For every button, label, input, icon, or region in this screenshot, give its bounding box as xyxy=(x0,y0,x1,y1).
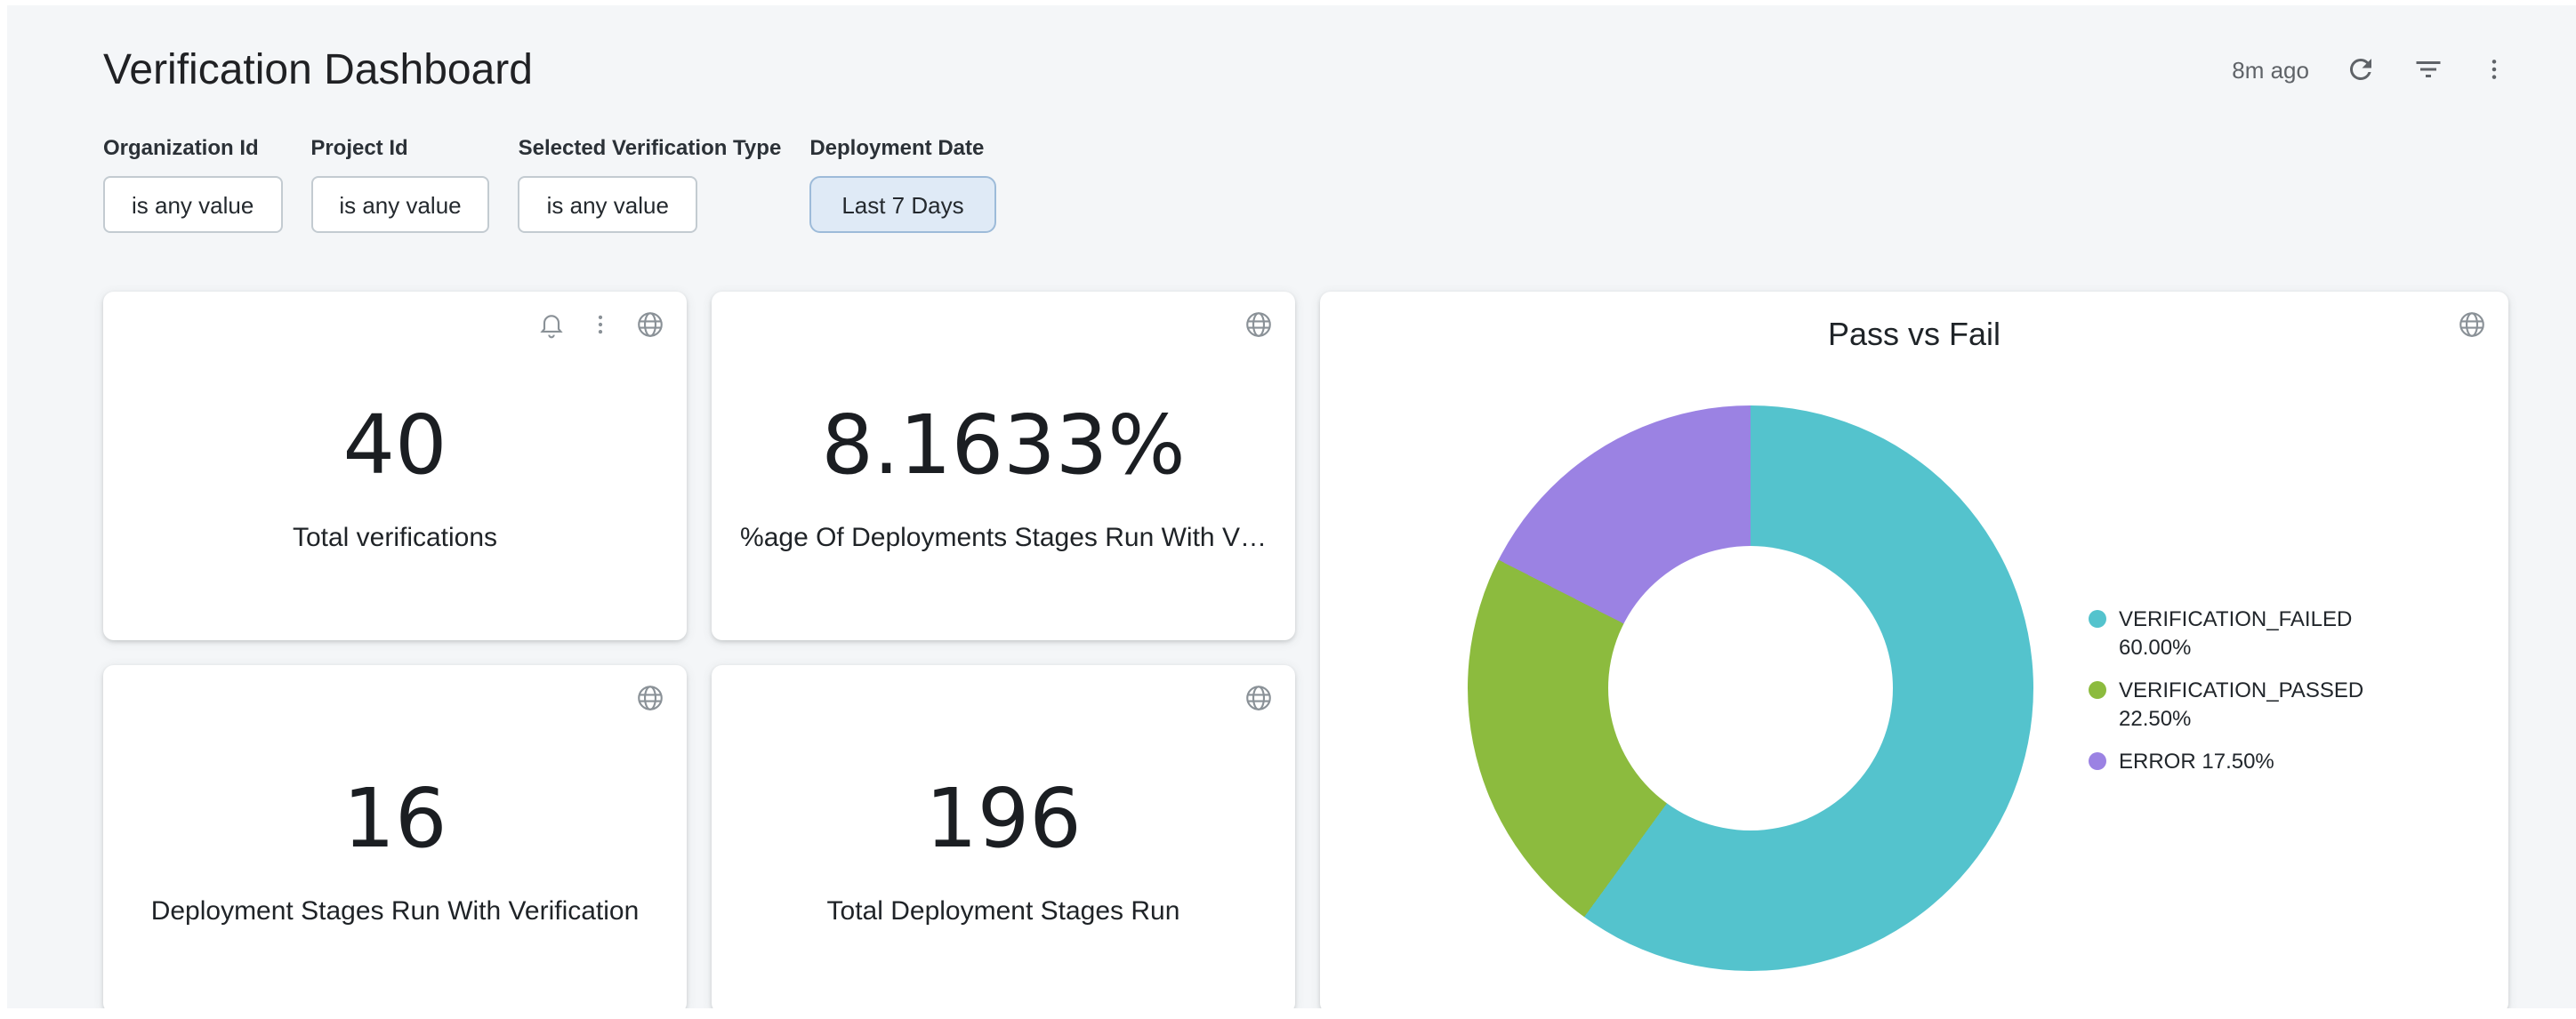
legend-series-pct: 17.50% xyxy=(2202,749,2274,774)
filter-value-organization-id[interactable]: is any value xyxy=(103,176,282,233)
explore-button[interactable] xyxy=(1244,683,1274,713)
legend-dot xyxy=(2089,752,2106,770)
last-refresh-timestamp: 8m ago xyxy=(2232,56,2309,83)
stat-value: 40 xyxy=(342,400,447,490)
filter-deployment-date: Deployment Date Last 7 Days xyxy=(809,135,995,233)
filter-bar: Organization Id is any value Project Id … xyxy=(103,135,996,233)
filter-project-id: Project Id is any value xyxy=(310,135,489,233)
tile-actions xyxy=(1244,309,1274,340)
legend-label: VERIFICATION_FAILED 60.00% xyxy=(2119,605,2405,662)
explore-button[interactable] xyxy=(635,309,665,340)
refresh-icon xyxy=(2345,53,2377,85)
filter-label-deployment-date: Deployment Date xyxy=(809,135,995,160)
tile-actions xyxy=(537,309,665,340)
filter-value-project-id[interactable]: is any value xyxy=(310,176,489,233)
filter-icon xyxy=(2412,53,2444,85)
page-title: Verification Dashboard xyxy=(103,46,533,96)
tile-actions xyxy=(635,683,665,713)
tile-menu-button[interactable] xyxy=(587,311,614,338)
globe-icon xyxy=(635,683,665,713)
legend-series-name: VERIFICATION_FAILED xyxy=(2119,606,2352,631)
legend-item-verification-passed[interactable]: VERIFICATION_PASSED 22.50% xyxy=(2089,676,2405,733)
chart-title: Pass vs Fail xyxy=(1320,317,2508,354)
legend-dot xyxy=(2089,610,2106,628)
donut-hole xyxy=(1608,546,1893,830)
explore-button[interactable] xyxy=(2457,309,2487,340)
filter-verification-type: Selected Verification Type is any value xyxy=(519,135,782,233)
filter-toggle-button[interactable] xyxy=(2412,53,2444,85)
legend-label: VERIFICATION_PASSED 22.50% xyxy=(2119,676,2405,733)
alert-button[interactable] xyxy=(537,310,566,339)
stat-label: Total Deployment Stages Run xyxy=(827,896,1180,927)
legend-item-verification-failed[interactable]: VERIFICATION_FAILED 60.00% xyxy=(2089,605,2405,662)
tile-actions xyxy=(1244,683,1274,713)
tile-pass-vs-fail: Pass vs Fail VERIFICATION_FAILED 60.00% … xyxy=(1320,292,2508,1014)
kebab-menu-icon xyxy=(2480,55,2508,84)
filter-organization-id: Organization Id is any value xyxy=(103,135,282,233)
globe-icon xyxy=(1244,683,1274,713)
explore-button[interactable] xyxy=(635,683,665,713)
legend-series-name: VERIFICATION_PASSED xyxy=(2119,678,2363,702)
page-frame-edge-left xyxy=(0,0,7,1019)
refresh-button[interactable] xyxy=(2345,53,2377,85)
bell-icon xyxy=(537,310,566,339)
globe-icon xyxy=(1244,309,1274,340)
filter-label-verification-type: Selected Verification Type xyxy=(519,135,782,160)
filter-label-project-id: Project Id xyxy=(310,135,489,160)
page-frame-edge-top xyxy=(0,0,2576,5)
stat-value: 196 xyxy=(925,774,1082,863)
tile-actions xyxy=(2457,309,2487,340)
stat-label: Total verifications xyxy=(293,523,497,553)
stat-label: %age Of Deployments Stages Run With V… xyxy=(740,523,1267,553)
legend-series-name: ERROR xyxy=(2119,749,2196,774)
filter-value-deployment-date[interactable]: Last 7 Days xyxy=(809,176,995,233)
filter-label-organization-id: Organization Id xyxy=(103,135,282,160)
legend-series-pct: 60.00% xyxy=(2119,635,2191,660)
tile-stages-with-verification: 16 Deployment Stages Run With Verificati… xyxy=(103,665,687,1014)
header-actions: 8m ago xyxy=(2232,53,2508,85)
dashboard-viewport: Verification Dashboard 8m ago Organizati… xyxy=(0,0,2576,1019)
globe-icon xyxy=(635,309,665,340)
chart-legend: VERIFICATION_FAILED 60.00% VERIFICATION_… xyxy=(2089,605,2405,775)
stat-value: 8.1633% xyxy=(821,400,1185,490)
page-frame-edge-bottom xyxy=(0,1008,2576,1019)
legend-dot xyxy=(2089,681,2106,699)
legend-label: ERROR 17.50% xyxy=(2119,747,2274,775)
filter-value-verification-type[interactable]: is any value xyxy=(519,176,697,233)
explore-button[interactable] xyxy=(1244,309,1274,340)
legend-item-error[interactable]: ERROR 17.50% xyxy=(2089,747,2405,775)
tile-total-stages: 196 Total Deployment Stages Run xyxy=(712,665,1295,1014)
dashboard-menu-button[interactable] xyxy=(2480,55,2508,84)
legend-series-pct: 22.50% xyxy=(2119,706,2191,731)
donut-chart[interactable] xyxy=(1468,405,2033,971)
stat-label: Deployment Stages Run With Verification xyxy=(151,896,640,927)
tile-pct-stages-with-verification: 8.1633% %age Of Deployments Stages Run W… xyxy=(712,292,1295,640)
stat-value: 16 xyxy=(342,774,447,863)
tile-total-verifications: 40 Total verifications xyxy=(103,292,687,640)
globe-icon xyxy=(2457,309,2487,340)
kebab-menu-icon xyxy=(587,311,614,338)
